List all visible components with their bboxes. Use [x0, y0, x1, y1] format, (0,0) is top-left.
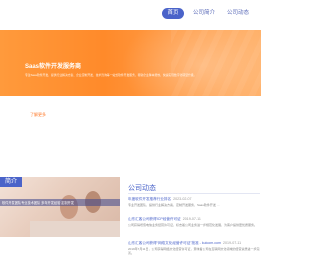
- news-headline[interactable]: 年度软件开发推荐行业排名: [128, 197, 171, 201]
- hero-banner: Saas软件开发服务商 专注Saas软件开发，提供行业解决方案、企业定制开发、技…: [0, 30, 261, 96]
- intro-tag: 简介: [0, 177, 22, 187]
- news-summary: 专业开发团队，提供行业解决方案，定制开发服务，Saas软件开发 …: [128, 203, 220, 207]
- nav-item-about[interactable]: 公司简介: [193, 8, 215, 19]
- nav-item-home[interactable]: 首页: [162, 8, 184, 19]
- banner-pattern: [171, 30, 261, 96]
- news-headline[interactable]: 山东汇客公司获得“网络文化经营许可证”批准 - kuicom.com: [128, 241, 221, 245]
- banner-description: 专注Saas软件开发，提供行业解决方案、企业定制开发、技术咨询等一站式软件开发服…: [25, 73, 197, 77]
- news-item[interactable]: 年度软件开发推荐行业排名 2023-02-07 专业开发团队，提供行业解决方案，定…: [128, 197, 260, 207]
- news-item[interactable]: 山东汇客公司获得ICP经营许可证 2019-07-11 公司获得增值电信业务经营许…: [128, 217, 260, 227]
- nav-item-news[interactable]: 公司动态: [225, 8, 251, 19]
- office-desk: [30, 221, 120, 237]
- image-caption: 软件开发团队专业技术团队 多年开发经验 定制开发: [2, 201, 74, 205]
- news-summary: 公司获得增值电信业务经营许可证，标志着公司业务进一步规范化发展，为客户提供更优质…: [128, 223, 258, 227]
- news-headline[interactable]: 山东汇客公司获得ICP经营许可证: [128, 217, 181, 221]
- banner-title: Saas软件开发服务商: [25, 64, 82, 70]
- news-divider: [128, 193, 260, 194]
- image-caption-bar: 软件开发团队专业技术团队 多年开发经验 定制开发: [0, 199, 120, 206]
- news-date: 2023-02-07: [173, 197, 192, 201]
- learn-more-link[interactable]: 了解更多: [30, 112, 46, 118]
- news-section-title: 公司动态: [128, 185, 156, 192]
- news-item[interactable]: 山东汇客公司获得“网络文化经营许可证”批准 - kuicom.com 2019-0…: [128, 241, 260, 255]
- news-summary: 2019年7月11日，公司获得网络文化经营许可证，意味着公司在互联网文化领域的经…: [128, 247, 260, 256]
- news-date: 2019-07-11: [223, 241, 242, 245]
- news-date: 2019-07-11: [182, 217, 201, 221]
- top-nav: 首页 公司简介 公司动态: [0, 0, 261, 28]
